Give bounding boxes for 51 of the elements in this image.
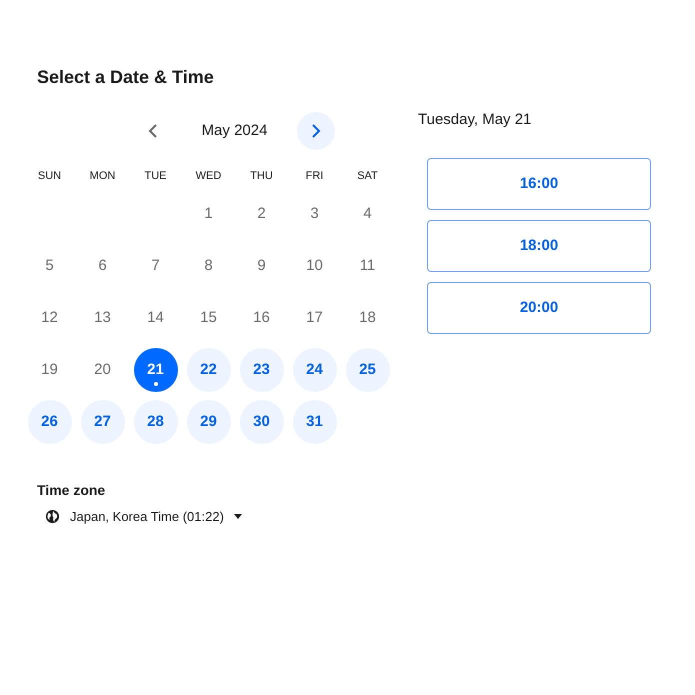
chevron-left-icon [148, 123, 158, 139]
time-slot-button[interactable]: 18:00 [427, 220, 651, 272]
day-button[interactable]: 1 [186, 192, 230, 236]
day-button[interactable]: 4 [346, 192, 390, 236]
day-button[interactable]: 17 [292, 296, 336, 340]
day-button[interactable]: 22 [186, 348, 230, 392]
time-zone-label: Time zone [37, 481, 106, 500]
day-button[interactable]: 19 [28, 348, 72, 392]
day-button[interactable]: 12 [28, 296, 72, 340]
time-slot-button[interactable]: 16:00 [427, 158, 651, 210]
day-button[interactable]: 23 [240, 348, 284, 392]
day-button[interactable]: 15 [186, 296, 230, 340]
day-button[interactable]: 26 [28, 400, 72, 444]
chevron-right-icon [310, 123, 320, 139]
weekday-label: SAT [356, 169, 379, 184]
day-button[interactable]: 6 [80, 244, 124, 288]
day-button[interactable]: 21 [134, 348, 178, 392]
day-button[interactable]: 10 [292, 244, 336, 288]
next-month-button[interactable] [296, 112, 334, 150]
day-button[interactable]: 13 [80, 296, 124, 340]
day-button[interactable]: 7 [134, 244, 178, 288]
day-button[interactable]: 18 [346, 296, 390, 340]
weekday-label: WED [194, 169, 222, 184]
day-button[interactable]: 27 [80, 400, 124, 444]
day-button[interactable]: 24 [292, 348, 336, 392]
page-title: Select a Date & Time [37, 66, 215, 89]
weekday-label: SUN [36, 169, 62, 184]
time-zone-dropdown[interactable]: Japan, Korea Time (01:22) [45, 507, 242, 526]
month-label: May 2024 [200, 120, 268, 141]
day-button[interactable]: 31 [292, 400, 336, 444]
weekday-label: TUE [144, 169, 168, 184]
caret-down-icon [234, 514, 242, 520]
day-button[interactable]: 5 [28, 244, 72, 288]
day-button[interactable]: 28 [134, 400, 178, 444]
day-button[interactable]: 11 [346, 244, 390, 288]
day-button[interactable]: 29 [186, 400, 230, 444]
weekday-label: MON [88, 169, 116, 184]
day-button[interactable]: 3 [292, 192, 336, 236]
day-button[interactable]: 20 [80, 348, 124, 392]
selected-date-heading: Tuesday, May 21 [418, 110, 532, 130]
day-button[interactable]: 9 [240, 244, 284, 288]
time-slot-button[interactable]: 20:00 [427, 282, 651, 334]
day-button[interactable]: 16 [240, 296, 284, 340]
weekday-label: FRI [304, 169, 324, 184]
day-button[interactable]: 25 [346, 348, 390, 392]
globe-icon [45, 509, 60, 524]
day-button[interactable]: 2 [240, 192, 284, 236]
day-button[interactable]: 14 [134, 296, 178, 340]
day-button[interactable]: 8 [186, 244, 230, 288]
day-button[interactable]: 30 [240, 400, 284, 444]
weekday-label: THU [249, 169, 274, 184]
